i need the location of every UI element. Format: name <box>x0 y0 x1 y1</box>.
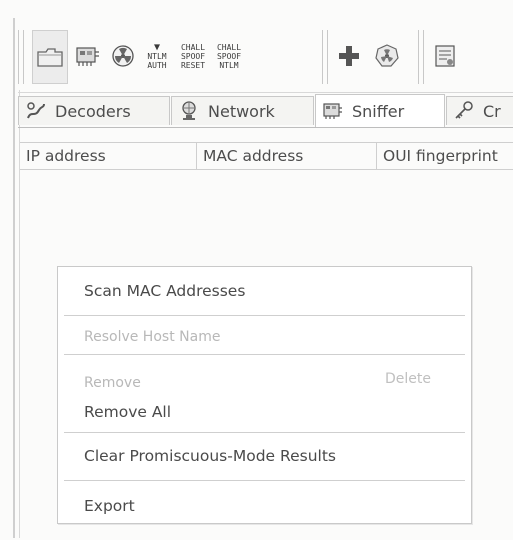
tab-cracker-label: Cr <box>483 101 501 121</box>
sniffer-icon <box>322 100 344 122</box>
certificate-button[interactable] <box>428 30 462 82</box>
window-border <box>13 18 15 538</box>
spoof-label: SPOOF <box>180 51 206 61</box>
tab-network-label: Network <box>208 101 275 121</box>
cracker-icon <box>453 100 475 122</box>
column-mac-address[interactable]: MAC address <box>196 143 376 169</box>
sniffer-card-icon <box>76 47 99 66</box>
sniffer-start-button[interactable] <box>70 30 104 82</box>
remove-shortcut-label: Delete <box>385 371 431 387</box>
chall-spoof-reset-icon: CHALL SPOOF RESET <box>181 43 205 70</box>
spoof-label: SPOOF <box>216 51 242 61</box>
list-header: IP address MAC address OUI fingerprint <box>20 142 513 170</box>
tab-sniffer[interactable]: Sniffer <box>315 94 445 127</box>
menu-separator <box>64 354 465 355</box>
menu-item-scan-mac-addresses[interactable]: Scan MAC Addresses <box>84 282 245 300</box>
folder-icon <box>37 48 63 67</box>
certificate-icon <box>435 45 455 67</box>
add-button[interactable] <box>332 30 366 82</box>
open-folder-button[interactable] <box>32 30 68 84</box>
toolbar-separator <box>418 30 424 84</box>
chall-spoof-reset-button[interactable]: CHALL SPOOF RESET <box>176 30 210 82</box>
toolbar-separator <box>322 30 328 84</box>
radiation-badge-icon <box>375 44 399 67</box>
chall-label: CHALL <box>180 42 206 52</box>
menu-item-clear-promiscuous-mode-results[interactable]: Clear Promiscuous-Mode Results <box>84 447 336 465</box>
chall-spoof-ntlm-icon: CHALL SPOOF NTLM <box>217 43 241 70</box>
tab-network[interactable]: Network <box>171 96 314 125</box>
chall-spoof-ntlm-button[interactable]: CHALL SPOOF NTLM <box>212 30 246 82</box>
context-menu: Scan MAC Addresses Resolve Host Name Rem… <box>57 266 472 524</box>
arp-poison-button[interactable] <box>106 30 140 82</box>
ntlm-auth-icon: ▼ NTLM AUTH <box>147 41 167 70</box>
radiation-icon <box>112 45 134 67</box>
tab-bar: Decoders Network Sniffer Cr <box>18 93 513 128</box>
reset-label: RESET <box>180 60 206 70</box>
toolbar-grip <box>18 30 24 84</box>
chall-label: CHALL <box>216 42 242 52</box>
toolbar: ▼ NTLM AUTH CHALL SPOOF RESET CHALL SPOO… <box>18 22 513 93</box>
menu-separator <box>64 432 465 433</box>
tab-sniffer-label: Sniffer <box>352 101 405 121</box>
tab-decoders-label: Decoders <box>55 101 131 121</box>
network-icon <box>178 100 200 122</box>
ntlm-label: NTLM <box>219 60 239 70</box>
menu-item-export[interactable]: Export <box>84 497 135 515</box>
plus-icon <box>339 46 359 66</box>
app-window: ▼ NTLM AUTH CHALL SPOOF RESET CHALL SPOO… <box>0 0 513 540</box>
menu-item-remove-all[interactable]: Remove All <box>84 403 171 421</box>
menu-item-remove[interactable]: Remove <box>84 375 141 391</box>
ntlm-label: NTLM <box>147 51 167 61</box>
column-ip-address[interactable]: IP address <box>20 143 196 169</box>
decode-button[interactable] <box>370 30 404 82</box>
column-oui-fingerprint[interactable]: OUI fingerprint <box>376 143 513 169</box>
ntlm-auth-button[interactable]: ▼ NTLM AUTH <box>140 30 174 82</box>
menu-separator <box>64 480 465 481</box>
tab-decoders[interactable]: Decoders <box>18 96 170 125</box>
menu-separator <box>64 315 465 316</box>
tab-cracker[interactable]: Cr <box>446 96 513 125</box>
auth-label: AUTH <box>147 60 167 70</box>
menu-item-resolve-host-name[interactable]: Resolve Host Name <box>84 329 220 345</box>
decoders-icon <box>25 100 47 122</box>
